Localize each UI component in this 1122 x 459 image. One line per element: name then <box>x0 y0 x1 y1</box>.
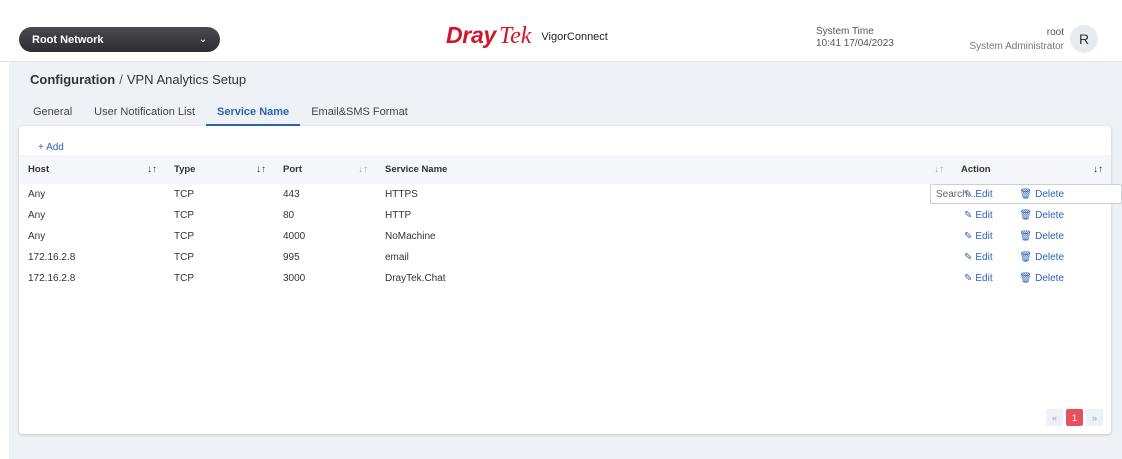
cell-type: TCP <box>174 189 194 200</box>
cell-host: Any <box>28 210 46 221</box>
sort-icon[interactable]: ↓↑ <box>934 164 944 175</box>
table-row: 172.16.2.8 TCP 3000 DrayTek.Chat ✎ Edit 🗑… <box>19 268 1111 289</box>
tab-service-name[interactable]: Service Name <box>206 106 301 126</box>
tab-general[interactable]: General <box>30 106 83 126</box>
cell-host: 172.16.2.8 <box>28 252 76 263</box>
top-bar: Root Network ⌄ Dray Tek VigorConnect Syst… <box>0 0 1122 62</box>
cell-actions: ✎ Edit 🗑 Delete <box>952 247 1111 268</box>
column-header-host[interactable]: Host ↓↑ <box>19 155 165 184</box>
cell-service-name: NoMachine <box>385 231 436 242</box>
cell-service-name: HTTP <box>385 210 412 221</box>
column-header-port[interactable]: Port ↓↑ <box>274 155 376 184</box>
trash-icon: 🗑 <box>1019 273 1033 284</box>
cell-service-name: HTTPS <box>385 189 418 200</box>
pencil-icon: ✎ <box>964 189 973 200</box>
cell-service-name: DrayTek.Chat <box>385 273 446 284</box>
system-time-value: 10:41 17/04/2023 <box>816 38 894 49</box>
column-header-action[interactable]: Action ↓↑ <box>952 155 1111 184</box>
service-table: Host ↓↑ Type ↓↑ Port ↓↑ Service Name ↓↑ Acti… <box>19 155 1111 289</box>
column-header-service-name[interactable]: Service Name ↓↑ <box>376 155 952 184</box>
cell-port: 443 <box>283 189 300 200</box>
delete-button[interactable]: 🗑 Delete <box>1019 189 1064 200</box>
pencil-icon: ✎ <box>964 210 973 221</box>
user-name: root <box>1046 27 1064 38</box>
draytek-logo: Dray Tek VigorConnect <box>446 22 608 50</box>
main-content: Configuration / VPN Analytics Setup Genera… <box>9 62 1122 459</box>
cell-host: 172.16.2.8 <box>28 273 76 284</box>
edit-button[interactable]: ✎ Edit <box>964 210 993 221</box>
system-time: System Time 10:41 17/04/2023 <box>816 26 894 50</box>
page-1-button[interactable]: 1 <box>1066 409 1083 426</box>
avatar[interactable]: R <box>1070 25 1098 53</box>
last-page-button[interactable]: » <box>1086 409 1103 426</box>
table-row: Any TCP 4000 NoMachine ✎ Edit 🗑 Delete <box>19 226 1111 247</box>
cell-type: TCP <box>174 273 194 284</box>
chevron-down-icon: ⌄ <box>198 34 207 45</box>
delete-button[interactable]: 🗑 Delete <box>1019 252 1064 263</box>
edit-button[interactable]: ✎ Edit <box>964 189 993 200</box>
cell-port: 3000 <box>283 273 306 284</box>
sort-icon[interactable]: ↓↑ <box>147 164 157 175</box>
breadcrumb: Configuration / VPN Analytics Setup <box>30 72 246 87</box>
trash-icon: 🗑 <box>1019 252 1033 263</box>
cell-type: TCP <box>174 252 194 263</box>
trash-icon: 🗑 <box>1019 210 1033 221</box>
table-row: Any TCP 80 HTTP ✎ Edit 🗑 Delete <box>19 205 1111 226</box>
edit-button[interactable]: ✎ Edit <box>964 273 993 284</box>
cell-port: 80 <box>283 210 295 221</box>
table-header-row: Host ↓↑ Type ↓↑ Port ↓↑ Service Name ↓↑ Acti… <box>19 155 1111 184</box>
sort-icon[interactable]: ↓↑ <box>358 164 368 175</box>
network-selector[interactable]: Root Network ⌄ <box>19 27 220 52</box>
cell-type: TCP <box>174 210 194 221</box>
pencil-icon: ✎ <box>964 273 973 284</box>
first-page-button[interactable]: « <box>1046 409 1063 426</box>
tab-bar: General User Notification List Service N… <box>30 99 1106 126</box>
pencil-icon: ✎ <box>964 252 973 263</box>
logo-brand-a: Dray <box>446 22 496 48</box>
edit-button[interactable]: ✎ Edit <box>964 252 993 263</box>
breadcrumb-separator: / <box>119 72 123 87</box>
sort-icon[interactable]: ↓↑ <box>1093 164 1103 175</box>
cell-actions: ✎ Edit 🗑 Delete <box>952 184 1111 205</box>
pagination: « 1 » <box>1046 409 1103 426</box>
tab-user-notification-list[interactable]: User Notification List <box>83 106 206 126</box>
delete-button[interactable]: 🗑 Delete <box>1019 231 1064 242</box>
cell-actions: ✎ Edit 🗑 Delete <box>952 226 1111 247</box>
product-name: VigorConnect <box>541 31 608 43</box>
column-header-type[interactable]: Type ↓↑ <box>165 155 274 184</box>
trash-icon: 🗑 <box>1019 231 1033 242</box>
cell-port: 995 <box>283 252 300 263</box>
breadcrumb-root[interactable]: Configuration <box>30 72 115 87</box>
delete-button[interactable]: 🗑 Delete <box>1019 210 1064 221</box>
table-row: Any TCP 443 HTTPS ✎ Edit 🗑 Delete <box>19 184 1111 205</box>
table-row: 172.16.2.8 TCP 995 email ✎ Edit 🗑 Delete <box>19 247 1111 268</box>
cell-actions: ✎ Edit 🗑 Delete <box>952 205 1111 226</box>
cell-service-name: email <box>385 252 409 263</box>
cell-host: Any <box>28 231 46 242</box>
cell-actions: ✎ Edit 🗑 Delete <box>952 268 1111 289</box>
user-info: root System Administrator <box>970 26 1064 54</box>
delete-button[interactable]: 🗑 Delete <box>1019 273 1064 284</box>
tab-email-sms-format[interactable]: Email&SMS Format <box>300 106 419 126</box>
cell-type: TCP <box>174 231 194 242</box>
sort-icon[interactable]: ↓↑ <box>256 164 266 175</box>
add-button[interactable]: + Add <box>38 142 64 153</box>
network-selector-label: Root Network <box>32 33 104 46</box>
system-time-label: System Time <box>816 26 874 37</box>
trash-icon: 🗑 <box>1019 189 1033 200</box>
breadcrumb-current: VPN Analytics Setup <box>126 72 247 87</box>
cell-port: 4000 <box>283 231 306 242</box>
edit-button[interactable]: ✎ Edit <box>964 231 993 242</box>
logo-brand-b: Tek <box>498 23 532 49</box>
pencil-icon: ✎ <box>964 231 973 242</box>
cell-host: Any <box>28 189 46 200</box>
user-role: System Administrator <box>969 41 1064 52</box>
